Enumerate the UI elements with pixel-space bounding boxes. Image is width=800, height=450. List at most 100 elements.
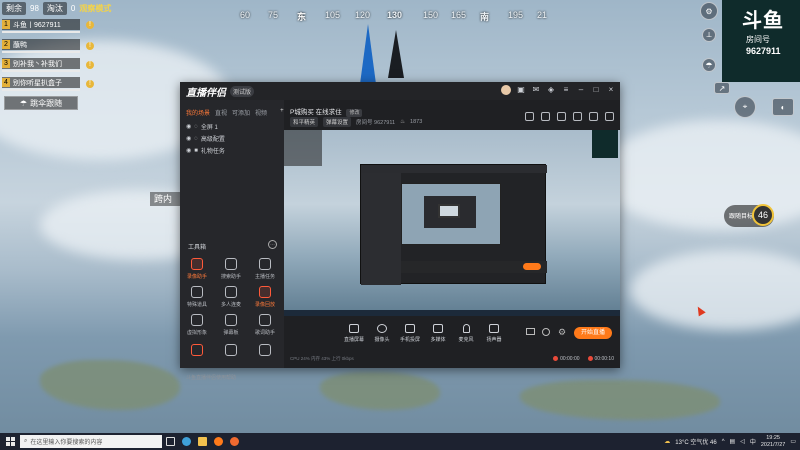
volume-icon[interactable]: ◁: [740, 438, 745, 445]
tool-more-2[interactable]: [220, 344, 242, 359]
view-icon[interactable]: ◐: [772, 98, 794, 116]
view-mode-icon[interactable]: [542, 328, 550, 336]
home-icon: [259, 344, 271, 356]
perf-stats: CPU 24% 内存 43% 上行 0kbps: [290, 356, 354, 361]
tool-record-helper[interactable]: 录像助手: [186, 258, 208, 280]
eye-icon[interactable]: ◉: [186, 147, 191, 154]
fans-icon[interactable]: [557, 112, 566, 121]
scene-label: 全屏 1: [200, 125, 218, 131]
tool-replay[interactable]: 录像回放: [254, 286, 276, 308]
share-link-icon[interactable]: [605, 112, 614, 121]
ime-icon[interactable]: 中: [750, 437, 756, 446]
team-name: 别你听星扒盒子: [13, 79, 62, 87]
lock-icon[interactable]: ■: [194, 148, 198, 154]
skin-icon[interactable]: ◈: [546, 85, 556, 95]
help-notice[interactable]: 斗鱼直播伴侣使用帮助: [186, 374, 236, 381]
tool-search-helper[interactable]: 搜索助手: [220, 258, 242, 280]
tool-streamer-task[interactable]: 主播任务: [254, 258, 276, 280]
phone-cast-button[interactable]: 手机投屏: [398, 324, 422, 343]
monitor-icon: [349, 324, 359, 333]
douyu-app-icon[interactable]: [226, 433, 242, 450]
tool-special-props[interactable]: 特殊道具: [186, 286, 208, 308]
tool-multi-link[interactable]: 多人连麦: [220, 286, 242, 308]
task-view-icon[interactable]: [162, 433, 178, 450]
compass-mark: 195: [508, 10, 524, 20]
speaker-button[interactable]: 扬声器: [482, 324, 506, 343]
close-icon[interactable]: ×: [606, 85, 616, 95]
file-explorer-icon[interactable]: [194, 433, 210, 450]
network-icon[interactable]: ▤: [730, 438, 736, 445]
follow-target-value: 46: [752, 204, 774, 226]
lock-icon[interactable]: ◌: [194, 124, 198, 130]
nested-preview: [401, 183, 501, 245]
scene-item[interactable]: ◉ ◌ 高级配置: [186, 134, 225, 144]
team-member: 3 别补我丶补我们: [2, 58, 80, 69]
notification-icon[interactable]: ▭: [790, 438, 796, 445]
media-button[interactable]: 多媒体: [426, 324, 450, 343]
jump-follow-button[interactable]: ☂ 跳伞跟随: [4, 96, 78, 110]
message-box-icon[interactable]: [573, 112, 582, 121]
windows-taskbar: ⌕ 在这里输入你要搜索的内容 ☁ 13°C 空气优 46 ^ ▤ ◁ 中 19:…: [0, 433, 800, 450]
tool-label: 虚拟形象: [186, 330, 207, 336]
door-icon[interactable]: ⟂: [702, 28, 716, 42]
tools-more-icon[interactable]: …: [268, 240, 277, 249]
parachute-button-icon[interactable]: ☂: [702, 58, 716, 72]
search-placeholder: 在这里输入你要搜索的内容: [30, 440, 103, 446]
edge-icon[interactable]: [178, 433, 194, 450]
arrow-icon[interactable]: ↗: [714, 82, 730, 94]
minimize-icon[interactable]: –: [576, 85, 586, 95]
app-titlebar: 直播伴侣 测试版 ▣ ✉ ◈ ≡ – □ ×: [180, 82, 620, 100]
microphone-button[interactable]: 麦克风: [454, 324, 478, 343]
scene-item[interactable]: ◉ ■ 礼物任务: [186, 146, 225, 156]
tray-chevron-icon[interactable]: ^: [722, 439, 725, 445]
tool-lyrics[interactable]: 歌词助手: [254, 314, 276, 336]
lock-icon[interactable]: ◌: [194, 136, 198, 142]
message-icon[interactable]: ✉: [531, 85, 541, 95]
start-live-button[interactable]: 开始直播: [574, 327, 612, 339]
map-marker-icon[interactable]: ⌖: [734, 96, 756, 118]
link-icon: [225, 286, 237, 298]
danmaku-settings-chip[interactable]: 弹幕设置: [323, 117, 352, 127]
compass-center: 130: [387, 10, 403, 20]
live-companion-app-icon[interactable]: [210, 433, 226, 450]
gift-icon[interactable]: ▣: [516, 85, 526, 95]
settings-icon[interactable]: ⚙: [700, 2, 718, 20]
lyrics-icon: [259, 314, 271, 326]
eye-icon[interactable]: ◉: [186, 135, 191, 142]
tool-more-1[interactable]: [186, 344, 208, 359]
tab-my-scenes[interactable]: 我的场景: [186, 108, 210, 117]
windows-logo-icon: [5, 437, 15, 446]
hot-value: 1873: [410, 119, 423, 125]
camera-button[interactable]: 摄像头: [370, 324, 394, 343]
tool-danmaku[interactable]: 弹幕板: [220, 314, 242, 336]
share-icon[interactable]: [541, 112, 550, 121]
tool-more-3[interactable]: [254, 344, 276, 359]
tool-label: 主播任务: [254, 274, 275, 280]
start-button[interactable]: [0, 433, 20, 450]
tool-label: 弹幕板: [223, 330, 239, 336]
danmaku-icon: [225, 314, 237, 326]
tab-video[interactable]: 视频: [255, 108, 267, 117]
settings-gear-icon[interactable]: ⚙: [558, 327, 566, 338]
clock[interactable]: 19:25 2021/7/27: [761, 435, 785, 449]
taskbar-search-input[interactable]: ⌕ 在这里输入你要搜索的内容: [20, 435, 162, 448]
fire-icon: ♨: [400, 119, 406, 125]
video-icon[interactable]: [526, 328, 535, 335]
screen-capture-button[interactable]: 直播屏幕: [342, 324, 366, 343]
stream-preview[interactable]: [284, 130, 620, 316]
category-chip[interactable]: 和平精英: [290, 117, 319, 127]
tool-avatar[interactable]: 虚拟形象: [186, 314, 208, 336]
avatar[interactable]: [501, 85, 511, 95]
tab-live[interactable]: 直视: [215, 108, 227, 117]
health-bar: [2, 31, 80, 33]
lock-icon[interactable]: [525, 112, 534, 121]
eye-icon[interactable]: ◉: [186, 123, 191, 130]
brand-logo: 直播伴侣: [186, 87, 226, 99]
gift-box-icon: [225, 344, 237, 356]
scene-item[interactable]: ◉ ◌ 全屏 1: [186, 122, 218, 132]
tab-add[interactable]: 可添加: [232, 108, 250, 117]
edit-title-button[interactable]: 修改: [346, 109, 363, 117]
bell-icon[interactable]: [589, 112, 598, 121]
maximize-icon[interactable]: □: [591, 85, 601, 95]
menu-icon[interactable]: ≡: [561, 85, 571, 95]
